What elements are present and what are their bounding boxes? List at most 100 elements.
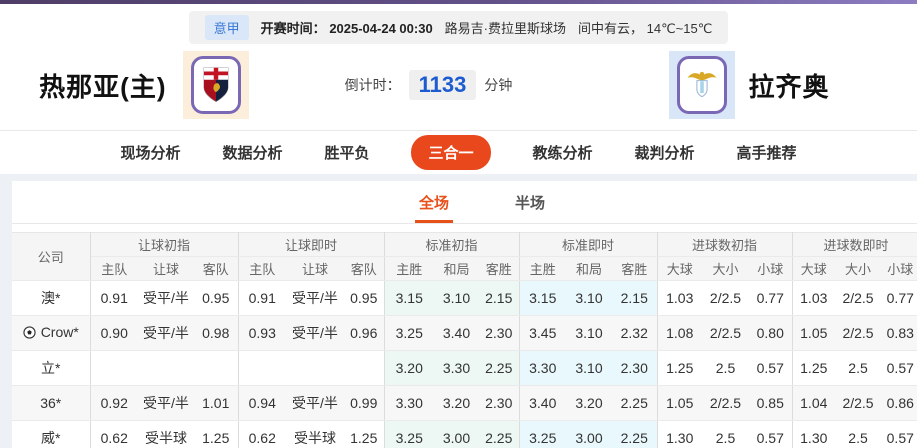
odds-cell-goals_live[interactable]: 2.5 <box>835 420 882 448</box>
odds-cell-handicap_initial: 受平/半 <box>138 385 194 421</box>
league-badge[interactable]: 意甲 <box>204 15 249 40</box>
odds-cell-standard_live[interactable]: 3.30 <box>518 350 566 386</box>
odds-cell-standard_initial: 3.15 <box>383 280 434 316</box>
company-label: 威* <box>41 430 61 446</box>
odds-cell-standard_live[interactable]: 3.15 <box>518 280 566 316</box>
company-label: 澳* <box>41 290 61 306</box>
odds-cell-handicap_live[interactable]: 0.95 <box>344 280 384 316</box>
odds-cell-standard_live[interactable]: 3.10 <box>566 315 612 351</box>
company-cell: 威* <box>41 428 60 448</box>
odds-cell-standard_live[interactable]: 2.15 <box>612 280 657 316</box>
odds-cell-standard_live[interactable]: 3.20 <box>566 385 612 421</box>
group-header-handicap_initial: 让球初指 <box>89 232 238 257</box>
odds-cell-handicap_initial <box>89 350 138 386</box>
kickoff-time: 2025-04-24 00:30 <box>329 21 433 36</box>
odds-cell-standard_live[interactable]: 2.25 <box>612 420 657 448</box>
nav-tab-expert-picks[interactable]: 高手推荐 <box>737 142 797 163</box>
odds-cell-handicap_live[interactable]: 0.93 <box>237 315 286 351</box>
odds-cell-standard_live[interactable]: 3.10 <box>566 350 612 386</box>
company-name[interactable]: 立* <box>12 350 91 386</box>
nav-tab-coach-analysis[interactable]: 教练分析 <box>533 142 593 163</box>
odds-cell-handicap_live[interactable]: 受半球 <box>286 420 344 448</box>
odds-cell-handicap_initial: 0.92 <box>89 385 138 421</box>
odds-cell-goals_initial: 1.25 <box>656 350 702 386</box>
home-team-block: 热那亚(主) <box>0 51 264 119</box>
odds-cell-handicap_live[interactable]: 0.62 <box>237 420 286 448</box>
odds-cell-handicap_initial <box>194 350 238 386</box>
odds-cell-standard_live[interactable]: 3.45 <box>518 315 566 351</box>
odds-cell-handicap_live[interactable]: 受平/半 <box>286 315 344 351</box>
nav-tab-data-analysis[interactable]: 数据分析 <box>222 142 282 163</box>
odds-cell-standard_initial: 3.30 <box>434 350 479 386</box>
company-name[interactable]: 36* <box>12 385 91 421</box>
odds-cell-goals_live[interactable]: 0.83 <box>881 315 917 351</box>
subcolumn-header: 主胜 <box>518 256 566 281</box>
group-header-standard_initial: 标准初指 <box>383 232 519 257</box>
odds-cell-goals_initial: 2.5 <box>702 350 749 386</box>
odds-row-Crow: Crow* 0.90 受平/半 0.98 0.93 受平/半 0.96 3.25 3.40 2.3… <box>12 315 917 351</box>
odds-cell-goals_live[interactable]: 1.30 <box>791 420 836 448</box>
odds-cell-standard_live[interactable]: 3.40 <box>518 385 566 421</box>
subtab-half-match[interactable]: 半场 <box>511 181 549 223</box>
info-bar-wrap: 意甲 开赛时间： 2025-04-24 00:30 路易吉·费拉里斯球场 间中有… <box>0 4 917 44</box>
odds-cell-goals_initial: 2.5 <box>702 420 749 448</box>
odds-row-36: 36* 0.92 受平/半 1.01 0.94 受平/半 0.99 3.30 3.20 2.30 3… <box>12 385 917 421</box>
subcolumn-header: 客队 <box>194 256 238 281</box>
subcolumn-header: 大小 <box>702 256 749 281</box>
odds-cell-handicap_initial: 0.90 <box>89 315 138 351</box>
odds-cell-standard_live[interactable]: 2.25 <box>612 385 657 421</box>
company-name[interactable]: 澳* <box>12 280 91 316</box>
subtab-full-match[interactable]: 全场 <box>414 181 453 223</box>
odds-cell-standard_live[interactable]: 2.30 <box>612 350 657 386</box>
odds-cell-goals_live[interactable]: 1.03 <box>791 280 836 316</box>
odds-cell-standard_live[interactable]: 3.00 <box>566 420 612 448</box>
odds-cell-standard_initial: 3.25 <box>383 315 434 351</box>
kickoff-label: 开赛时间： <box>260 21 326 36</box>
odds-cell-goals_live[interactable]: 2/2.5 <box>835 315 882 351</box>
odds-cell-goals_initial: 2/2.5 <box>702 385 749 421</box>
odds-cell-goals_live[interactable]: 2/2.5 <box>835 385 882 421</box>
odds-cell-standard_live[interactable]: 3.25 <box>518 420 566 448</box>
odds-cell-standard_live[interactable]: 2.32 <box>612 315 657 351</box>
company-name[interactable]: 威* <box>12 420 91 448</box>
odds-cell-handicap_live[interactable]: 0.99 <box>344 385 384 421</box>
odds-cell-goals_live[interactable]: 0.86 <box>881 385 917 421</box>
odds-cell-handicap_live[interactable]: 1.25 <box>344 420 384 448</box>
nav-tab-referee-analysis[interactable]: 裁判分析 <box>635 142 695 163</box>
odds-cell-handicap_live[interactable]: 0.94 <box>237 385 286 421</box>
odds-cell-goals_live[interactable]: 0.77 <box>881 280 917 316</box>
odds-cell-goals_initial: 2/2.5 <box>702 280 749 316</box>
odds-cell-goals_live[interactable]: 1.04 <box>791 385 836 421</box>
group-header-standard_live: 标准即时 <box>518 232 657 257</box>
home-team-logo <box>182 51 249 119</box>
odds-cell-handicap_live[interactable]: 0.96 <box>344 315 384 351</box>
odds-cell-handicap_live[interactable]: 受平/半 <box>286 385 344 421</box>
odds-cell-handicap_live <box>286 350 344 386</box>
odds-cell-handicap_initial: 受半球 <box>138 420 194 448</box>
odds-cell-goals_live[interactable]: 0.57 <box>881 350 917 386</box>
group-header-goals_initial: 进球数初指 <box>656 232 793 257</box>
odds-cell-goals_live[interactable]: 2/2.5 <box>835 280 882 316</box>
nav-tab-win-draw-loss[interactable]: 胜平负 <box>324 142 369 163</box>
away-team-block: 拉齐奥 <box>524 51 917 119</box>
odds-cell-goals_initial: 0.77 <box>749 280 793 316</box>
odds-row-立: 立* 3.20 3.30 2.25 3.30 3.10 2.30 1.25 2.5 0.57 1.2… <box>12 350 917 386</box>
odds-cell-handicap_live[interactable]: 受平/半 <box>286 280 344 316</box>
nav-tab-three-in-one[interactable]: 三合一 <box>411 135 491 170</box>
away-team-name: 拉齐奥 <box>748 71 830 102</box>
odds-cell-goals_initial: 0.57 <box>749 420 793 448</box>
nav-tab-live-analysis[interactable]: 现场分析 <box>120 142 180 163</box>
genoa-crest-icon <box>190 56 241 114</box>
odds-cell-handicap_live[interactable]: 0.91 <box>237 280 286 316</box>
countdown-unit: 分钟 <box>484 77 513 93</box>
odds-cell-standard_live[interactable]: 3.10 <box>566 280 612 316</box>
odds-cell-goals_live[interactable]: 1.05 <box>791 315 836 351</box>
countdown-value: 1133 <box>408 70 477 100</box>
odds-cell-handicap_initial: 0.95 <box>194 280 238 316</box>
odds-cell-goals_live[interactable]: 1.25 <box>791 350 836 386</box>
company-name[interactable]: Crow* <box>12 315 91 351</box>
odds-cell-goals_live[interactable]: 2.5 <box>835 350 882 386</box>
odds-cell-goals_live[interactable]: 0.57 <box>881 420 917 448</box>
odds-cell-standard_initial: 3.20 <box>434 385 479 421</box>
odds-cell-handicap_initial: 受平/半 <box>138 280 194 316</box>
